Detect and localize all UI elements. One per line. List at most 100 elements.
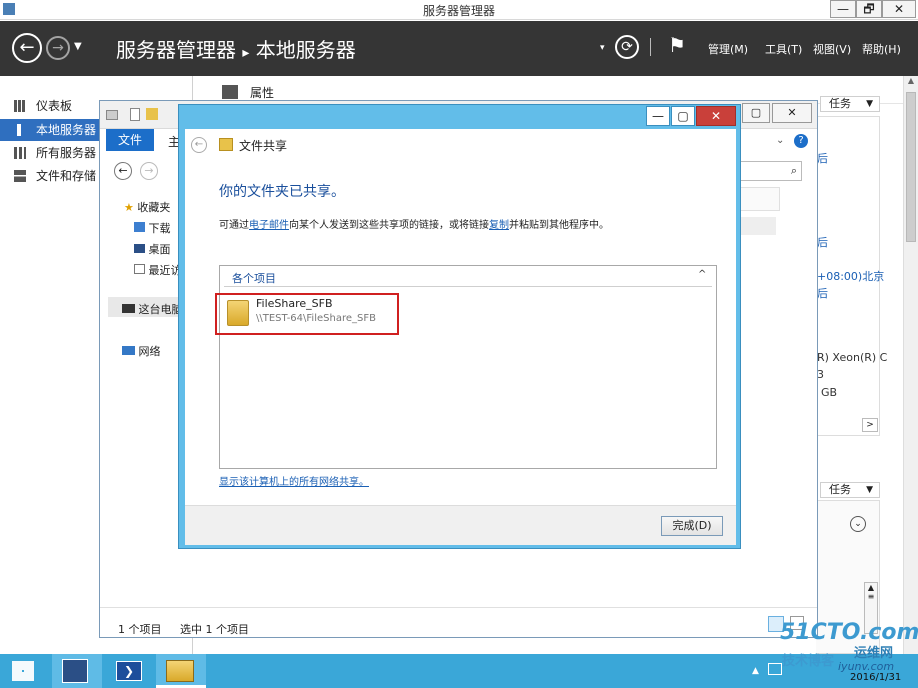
forward-icon[interactable]: → [140,162,158,180]
tree-this-pc[interactable]: 这台电脑 [122,301,183,317]
star-icon: ★ [124,201,134,214]
header-bar: ← → ▼ 服务器管理器 ▸ 本地服务器 ▾ ⟳ ⚑ 管理(M) 工具(T) 视… [0,21,918,76]
folder-icon [146,108,158,120]
tree-favorites-label: 收藏夹 [137,201,171,214]
search-icon: ⌕ [790,164,797,177]
done-button[interactable]: 完成(D) [661,516,723,536]
desktop-icon [134,244,145,253]
scroll-right-icon[interactable]: > [862,418,878,432]
notifications-dropdown-icon[interactable]: ▾ [600,43,605,53]
tree-favorites[interactable]: ★ 收藏夹 [124,199,170,215]
tray-expand-icon[interactable]: ▲ [752,666,759,676]
status-bar: 1 个项目 选中 1 个项目 [100,607,817,637]
file-tab[interactable]: 文件 [106,129,154,151]
properties-title: 属性 [250,86,275,100]
menu-help[interactable]: 帮助(H) [862,41,901,57]
refresh-icon[interactable]: ⟳ [615,35,639,59]
tasks-label: 任务 [829,97,851,110]
expand-circle-icon[interactable]: ⌄ [850,516,866,532]
chevron-down-icon: ▼ [866,99,873,109]
info-fragment: 后 [817,236,828,249]
tree-desktop[interactable]: 桌面 [134,241,171,257]
explorer-close-button[interactable]: ✕ [772,103,812,123]
tasks-dropdown-2[interactable]: 任务 ▼ [820,482,880,498]
dialog-title: 文件共享 [239,139,288,153]
watermark: 51CTO.com 技术博客 运维网 iyunv.com [780,620,918,686]
timezone-fragment: +08:00)北京 [817,270,885,283]
scroll-thumb[interactable] [906,92,916,242]
server-manager-icon [62,659,88,683]
back-icon[interactable]: ← [12,33,42,63]
maximize-button[interactable]: 🗗 [856,0,882,18]
tree-downloads[interactable]: 下载 [134,220,171,236]
breadcrumb-separator: ▸ [242,45,250,61]
close-button[interactable]: ✕ [882,0,916,18]
dialog-minimize-button[interactable]: — [646,106,670,126]
tasks-label: 任务 [829,483,851,496]
downloads-icon [134,222,145,232]
minimize-button[interactable]: — [830,0,856,18]
dialog-body: 你的文件夹已共享。 可通过电子邮件向某个人发送到这些共享项的链接，或将链接复制并… [185,161,736,545]
email-link[interactable]: 电子邮件 [249,220,289,231]
drive-icon [106,110,118,120]
folder-icon [166,660,194,682]
dialog-maximize-button[interactable]: ▢ [671,106,695,126]
tree-recent[interactable]: 最近访 [134,262,182,278]
explorer-maximize-button[interactable]: ▢ [742,103,770,123]
storage-icon [14,170,26,182]
nav-local-server-label: 本地服务器 [36,123,97,137]
status-count: 1 个项目 [118,623,162,636]
ribbon-expand-icon[interactable]: ⌄ [776,135,784,146]
details-field [740,187,780,211]
help-icon[interactable]: ? [794,134,808,148]
start-button[interactable] [0,654,50,688]
network-icon [122,346,135,355]
watermark-line3: 运维网 [854,646,894,661]
dialog-description: 可通过电子邮件向某个人发送到这些共享项的链接，或将链接复制并粘贴到其他程序中。 [219,216,609,231]
tasks-dropdown-1[interactable]: 任务 ▼ [820,96,880,112]
history-dropdown-icon[interactable]: ▼ [74,41,82,52]
processor-fragment: R) Xeon(R) C [817,351,888,364]
show-all-shares-link[interactable]: 显示该计算机上的所有网络共享。 [219,473,369,488]
menu-manage[interactable]: 管理(M) [708,41,748,57]
windows-logo-icon [12,661,34,681]
list-header: 各个项目 [232,272,276,285]
back-icon[interactable]: ← [114,162,132,180]
window-title: 服务器管理器 [422,4,495,18]
powershell-taskbar-icon[interactable]: ❯ [104,654,154,688]
tree-desktop-label: 桌面 [148,243,171,256]
dialog-header: ← 文件共享 [185,129,736,161]
powershell-icon: ❯ [116,661,142,681]
watermark-line1: 51CTO.com [780,620,918,645]
menu-tools[interactable]: 工具(T) [765,41,802,57]
nav-all-servers-label: 所有服务器 [36,146,97,160]
tree-network[interactable]: 网络 [122,343,161,359]
divider [650,38,651,56]
nav-dashboard-label: 仪表板 [36,99,73,113]
search-box[interactable]: ⌕ [740,161,802,181]
back-icon[interactable]: ← [191,137,207,153]
desc-mid: 向某个人发送到这些共享项的链接，或将链接 [289,220,489,231]
dialog-close-button[interactable]: ✕ [696,106,736,126]
flag-icon[interactable]: ⚑ [668,33,686,57]
dialog-footer: 完成(D) [185,505,736,545]
details-field [740,217,776,235]
file-explorer-taskbar-icon[interactable] [156,654,206,688]
server-manager-taskbar-icon[interactable] [52,654,102,688]
doc-icon [130,108,140,121]
collapse-icon[interactable]: ^ [698,269,706,280]
info-fragment: 后 [817,152,828,165]
memory-fragment: GB [821,386,838,399]
server-icon [17,124,21,136]
menu-view[interactable]: 视图(V) [813,41,851,57]
forward-icon[interactable]: → [46,36,70,60]
list-header-rule [224,286,712,287]
watermark-line2: 技术博客 [782,654,835,669]
scrollbar[interactable]: ▲ [903,76,918,654]
properties-icon [222,85,238,99]
breadcrumb-root[interactable]: 服务器管理器 [116,38,236,62]
scroll-up-icon[interactable]: ▲ [904,76,918,92]
nav-file-storage-label: 文件和存储 [36,169,97,183]
info-fragment: 后 [817,287,828,300]
copy-link[interactable]: 复制 [489,220,509,231]
